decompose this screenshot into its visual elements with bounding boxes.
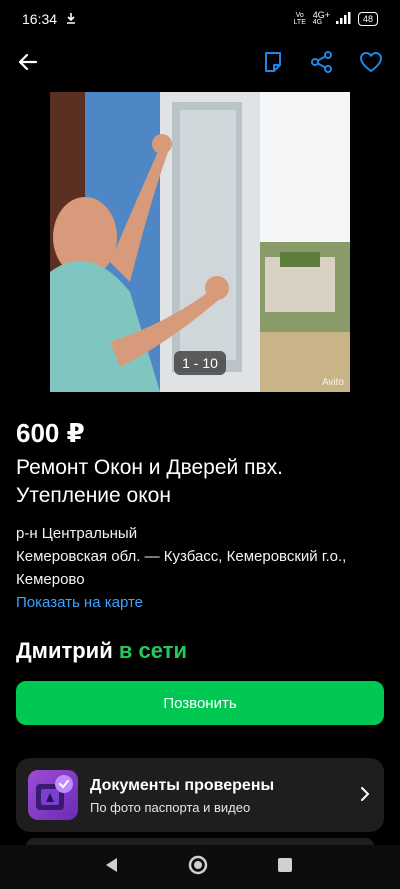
note-icon — [263, 51, 283, 78]
listing-title: Ремонт Окон и Дверей пвх. Утепление окон — [16, 456, 283, 507]
triangle-back-icon — [103, 856, 119, 879]
address-line-2: Кемерово — [16, 571, 85, 588]
battery-icon: 48 — [357, 12, 378, 26]
status-right: Vo LTE 4G+ 4G 48 — [293, 11, 378, 27]
documents-verified-card[interactable]: Документы проверены По фото паспорта и в… — [16, 758, 384, 832]
address-line-1: Кемеровская обл. — Кузбасс, Кемеровский … — [16, 548, 347, 565]
square-recents-icon — [277, 857, 293, 878]
volte-label: Vo LTE — [293, 12, 306, 26]
download-icon — [65, 11, 77, 27]
network-bottom: 4G — [312, 19, 323, 26]
district: р-н Центральный — [16, 525, 138, 542]
status-left: 16:34 — [22, 11, 77, 27]
network-top: 4G+ — [312, 10, 330, 20]
battery-level: 48 — [362, 14, 373, 24]
network-indicator: 4G+ 4G — [313, 11, 330, 27]
seller-name: Дмитрий — [16, 638, 113, 663]
circle-home-icon — [188, 855, 208, 880]
share-button[interactable] — [308, 50, 336, 78]
avito-watermark: Avito — [321, 377, 344, 388]
chevron-right-icon — [360, 786, 370, 807]
photo-illustration — [50, 92, 350, 392]
nav-home-button[interactable] — [188, 855, 208, 880]
arrow-left-icon — [18, 52, 38, 77]
listing-photo[interactable]: Avito — [50, 92, 350, 392]
show-on-map-link[interactable]: Показать на карте — [16, 594, 143, 611]
docs-subtitle: По фото паспорта и видео — [90, 800, 251, 815]
seller-info[interactable]: Дмитрий в сети — [16, 638, 187, 664]
favorite-button[interactable] — [357, 50, 385, 78]
nav-back-button[interactable] — [101, 857, 121, 877]
app-bar — [0, 38, 400, 90]
note-button[interactable] — [259, 50, 287, 78]
price: 600 ₽ — [16, 418, 85, 448]
heart-icon — [359, 51, 383, 78]
status-bar: 16:34 Vo LTE 4G+ 4G 48 — [0, 0, 400, 38]
share-icon — [311, 50, 333, 78]
call-button[interactable]: Позвонить — [16, 681, 384, 725]
verified-documents-icon — [28, 770, 78, 820]
back-button[interactable] — [14, 50, 42, 78]
photo-counter: 1 - 10 — [174, 351, 226, 375]
seller-status: в сети — [118, 638, 187, 663]
status-time: 16:34 — [22, 11, 58, 27]
signal-icon — [335, 12, 352, 26]
nav-recents-button[interactable] — [275, 857, 295, 877]
system-navigation-bar — [0, 845, 400, 889]
docs-title: Документы проверены — [90, 777, 275, 794]
